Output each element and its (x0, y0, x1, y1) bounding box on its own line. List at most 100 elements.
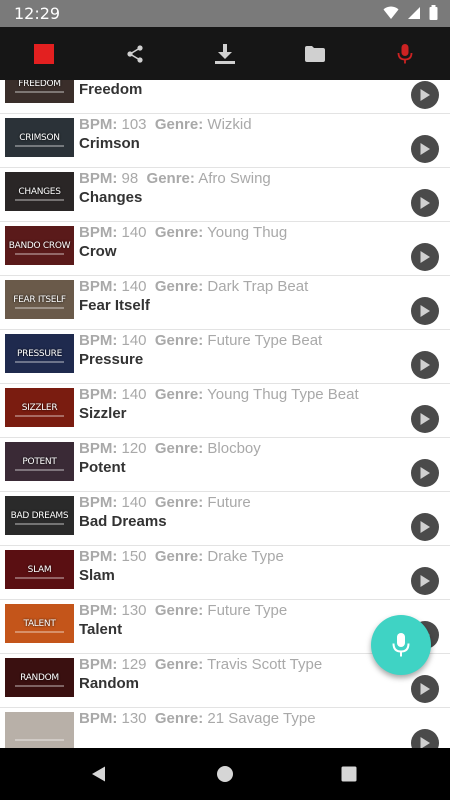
beat-title: Sizzler (79, 405, 127, 422)
beat-meta: BPM: 130 Genre: 21 Savage Type (79, 710, 316, 727)
record-fab-button[interactable] (371, 615, 431, 675)
bpm-label: BPM: (79, 332, 118, 349)
thumbnail-decoration (15, 145, 64, 147)
thumbnail-title: SIZZLER (21, 403, 58, 413)
genre-label: Genre: (154, 116, 204, 133)
status-bar: 12:29 (0, 0, 450, 27)
beat-meta: BPM: 129 Genre: Travis Scott Type (79, 656, 322, 673)
stop-button[interactable] (14, 27, 74, 80)
beat-row[interactable]: CHANGES BPM: 98 Genre: Afro Swing Changes (0, 168, 450, 222)
beat-row[interactable]: BAD DREAMS BPM: 140 Genre: Future Bad Drea… (0, 492, 450, 546)
folder-button[interactable] (285, 27, 345, 80)
home-button[interactable] (195, 748, 255, 800)
bpm-label: BPM: (79, 710, 118, 727)
back-button[interactable] (69, 748, 129, 800)
genre-value: Future (207, 494, 251, 511)
home-icon (217, 766, 233, 782)
play-button[interactable] (411, 513, 439, 541)
genre-label: Genre: (154, 602, 204, 619)
bpm-value: 129 (121, 656, 147, 673)
navigation-bar (0, 748, 450, 800)
play-button[interactable] (411, 297, 439, 325)
download-button[interactable] (195, 27, 255, 80)
bpm-value: 103 (121, 116, 147, 133)
share-button[interactable] (105, 27, 165, 80)
genre-value: Future Type Beat (207, 332, 323, 349)
beat-row[interactable]: PRESSURE BPM: 140 Genre: Future Type Beat… (0, 330, 450, 384)
beat-meta: BPM: 140 Genre: Future Type Beat (79, 332, 322, 349)
play-button[interactable] (411, 135, 439, 163)
beat-title: Crow (79, 243, 117, 260)
beat-title: Bad Dreams (79, 513, 167, 530)
recents-button[interactable] (319, 748, 379, 800)
genre-value: Wizkid (207, 116, 252, 133)
battery-icon (429, 5, 438, 20)
beat-thumbnail: FEAR ITSELF (5, 280, 74, 319)
thumbnail-decoration (15, 523, 64, 525)
genre-value: Blocboy (207, 440, 261, 457)
thumbnail-title: BAD DREAMS (10, 511, 69, 521)
record-button[interactable] (375, 27, 435, 80)
thumbnail-decoration (15, 577, 64, 579)
thumbnail-title: CRIMSON (19, 133, 60, 143)
beat-row[interactable]: SLAM BPM: 150 Genre: Drake Type Slam (0, 546, 450, 600)
play-icon (420, 251, 430, 263)
back-icon (92, 766, 105, 782)
play-button[interactable] (411, 81, 439, 109)
play-button[interactable] (411, 405, 439, 433)
play-icon (420, 413, 430, 425)
beat-thumbnail: RANDOM (5, 658, 74, 697)
beat-row[interactable]: BPM: 130 Genre: 21 Savage Type (0, 708, 450, 748)
thumbnail-decoration (15, 307, 64, 309)
play-button[interactable] (411, 675, 439, 703)
bpm-label: BPM: (79, 386, 118, 403)
play-button[interactable] (411, 729, 439, 748)
play-button[interactable] (411, 567, 439, 595)
thumbnail-title: RANDOM (20, 673, 59, 683)
play-icon (420, 305, 430, 317)
mic-icon (397, 43, 413, 63)
thumbnail-decoration (15, 361, 64, 363)
genre-value: Young Thug (207, 224, 288, 241)
bpm-label: BPM: (79, 494, 118, 511)
play-icon (420, 467, 430, 479)
beat-row[interactable]: FEAR ITSELF BPM: 140 Genre: Dark Trap Bea… (0, 276, 450, 330)
genre-label: Genre: (154, 224, 204, 241)
play-button[interactable] (411, 459, 439, 487)
play-button[interactable] (411, 189, 439, 217)
thumbnail-decoration (15, 739, 64, 741)
thumbnail-title: POTENT (22, 457, 57, 467)
bpm-value: 98 (121, 170, 139, 187)
thumbnail-decoration (15, 415, 64, 417)
bpm-label: BPM: (79, 224, 118, 241)
beat-thumbnail: BAD DREAMS (5, 496, 74, 535)
beat-title: Changes (79, 189, 143, 206)
beat-thumbnail: SIZZLER (5, 388, 74, 427)
genre-label: Genre: (154, 278, 204, 295)
beat-title: Potent (79, 459, 126, 476)
play-button[interactable] (411, 243, 439, 271)
beat-row[interactable]: CRIMSON BPM: 103 Genre: Wizkid Crimson (0, 114, 450, 168)
beat-thumbnail (5, 712, 74, 748)
beat-row[interactable]: SIZZLER BPM: 140 Genre: Young Thug Type B… (0, 384, 450, 438)
play-button[interactable] (411, 351, 439, 379)
beat-row[interactable]: POTENT BPM: 120 Genre: Blocboy Potent (0, 438, 450, 492)
thumbnail-decoration (15, 253, 64, 255)
thumbnail-title: TALENT (23, 619, 56, 629)
beat-title: Pressure (79, 351, 144, 368)
genre-value: Travis Scott Type (207, 656, 323, 673)
beat-title: Freedom (79, 81, 143, 98)
thumbnail-decoration (15, 685, 64, 687)
download-icon (215, 43, 235, 64)
status-time: 12:29 (14, 4, 61, 23)
beat-meta: BPM: 130 Genre: Future Type (79, 602, 287, 619)
play-icon (420, 575, 430, 587)
thumbnail-decoration (15, 91, 64, 93)
beat-row[interactable]: FREEDOMBPM: 97 Genre: TupacFreedom (0, 80, 450, 114)
bpm-label: BPM: (79, 170, 118, 187)
beat-row[interactable]: BANDO CROW BPM: 140 Genre: Young Thug Crow (0, 222, 450, 276)
genre-label: Genre: (154, 494, 204, 511)
bpm-value: 140 (121, 494, 147, 511)
thumbnail-title: FREEDOM (18, 80, 61, 89)
bpm-value: 130 (121, 710, 147, 727)
